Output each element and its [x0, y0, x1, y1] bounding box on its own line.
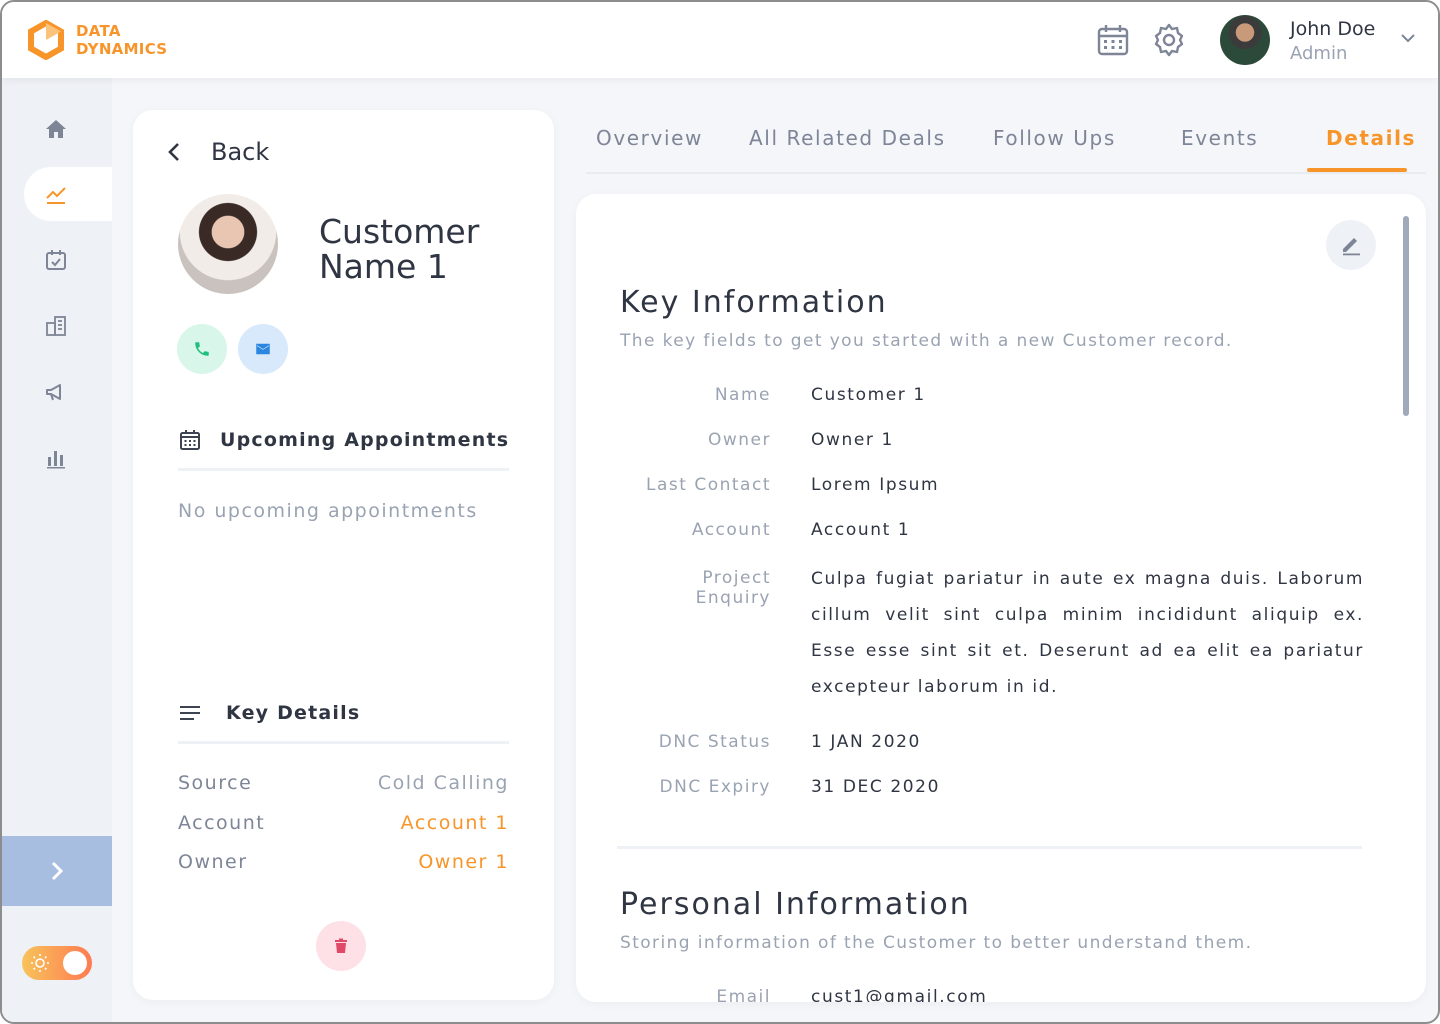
details-card: Key Information The key fields to get yo… — [576, 194, 1426, 1002]
mail-icon — [256, 343, 270, 355]
owner-link[interactable]: Owner 1 — [418, 851, 509, 873]
field-value-dnc-status: 1 JAN 2020 — [811, 732, 921, 752]
user-avatar[interactable] — [1220, 15, 1270, 65]
user-name[interactable]: John Doe — [1290, 18, 1375, 40]
field-value-owner: Owner 1 — [811, 430, 894, 450]
key-information-subtitle: The key fields to get you started with a… — [620, 331, 1233, 351]
upcoming-appointments-title: Upcoming Appointments — [220, 429, 510, 451]
brand-name: DATA DYNAMICS — [76, 22, 168, 58]
field-value-name: Customer 1 — [811, 385, 926, 405]
key-details-header: Key Details — [178, 701, 360, 725]
field-label-project-enquiry: Project Enquiry — [695, 568, 771, 608]
chevron-down-icon[interactable] — [1398, 28, 1418, 48]
phone-icon — [195, 342, 209, 356]
key-detail-owner: Owner Owner 1 — [178, 851, 509, 873]
field-label-account: Account — [691, 520, 771, 540]
tab-follow-ups[interactable]: Follow Ups — [993, 126, 1116, 150]
divider — [178, 741, 509, 744]
sidebar-item-home[interactable] — [24, 102, 112, 156]
active-tab-indicator — [1307, 168, 1407, 172]
section-divider — [617, 846, 1362, 849]
top-bar: DATA DYNAMICS John Doe Admin — [2, 2, 1438, 78]
field-label-owner: Owner — [707, 430, 771, 450]
sun-icon — [31, 954, 49, 972]
field-value-account: Account 1 — [811, 520, 911, 540]
hexagon-logo-icon — [28, 20, 64, 60]
field-label-dnc-expiry: DNC Expiry — [659, 777, 771, 797]
customer-summary-card: Back Customer Name 1 Upcoming Appointmen… — [133, 110, 554, 1000]
sidebar — [2, 78, 112, 1022]
field-label-last-contact: Last Contact — [646, 475, 771, 495]
tab-all-related-deals[interactable]: All Related Deals — [749, 126, 946, 150]
field-value-last-contact: Lorem Ipsum — [811, 475, 940, 495]
chevron-left-icon — [168, 143, 179, 161]
sidebar-item-campaigns[interactable] — [24, 365, 112, 419]
back-button[interactable]: Back — [163, 138, 269, 166]
gear-icon[interactable] — [1151, 22, 1187, 58]
key-detail-account: Account Account 1 — [178, 812, 509, 834]
field-label-email: Email — [716, 987, 771, 1002]
field-label-dnc-status: DNC Status — [658, 732, 771, 752]
calendar-check-icon — [46, 250, 66, 270]
sidebar-item-tasks[interactable] — [24, 233, 112, 287]
trash-icon — [335, 938, 347, 953]
field-value-dnc-expiry: 31 DEC 2020 — [811, 777, 941, 797]
lines-icon — [180, 706, 200, 720]
field-value-email: cust1@gmail.com — [811, 987, 988, 1002]
personal-information-title: Personal Information — [620, 887, 971, 922]
app-window: DATA DYNAMICS John Doe Admin Back Custom… — [0, 0, 1440, 1024]
scrollbar[interactable] — [1403, 216, 1409, 416]
pencil-icon — [1343, 238, 1360, 256]
sidebar-item-analytics[interactable] — [24, 167, 112, 221]
detail-tabs: Overview All Related Deals Follow Ups Ev… — [586, 110, 1426, 174]
field-value-project-enquiry: Culpa fugiat pariatur in aute ex magna d… — [811, 569, 1364, 697]
tab-details[interactable]: Details — [1326, 126, 1416, 150]
theme-toggle[interactable] — [22, 946, 92, 980]
divider — [178, 468, 509, 471]
personal-information-subtitle: Storing information of the Customer to b… — [620, 933, 1253, 953]
bar-chart-icon — [47, 451, 65, 469]
delete-button[interactable] — [316, 921, 366, 971]
sidebar-expand-button[interactable] — [2, 836, 112, 906]
field-label-name: Name — [714, 385, 771, 405]
email-button[interactable] — [238, 324, 288, 374]
account-link[interactable]: Account 1 — [401, 812, 509, 834]
brand-logo[interactable]: DATA DYNAMICS — [26, 20, 167, 60]
call-button[interactable] — [177, 324, 227, 374]
customer-avatar — [178, 194, 278, 294]
key-details-title: Key Details — [226, 702, 361, 724]
back-label: Back — [211, 138, 270, 166]
trend-chart-icon — [46, 187, 66, 204]
megaphone-icon — [46, 384, 61, 401]
home-icon — [46, 120, 66, 138]
no-appointments-text: No upcoming appointments — [178, 500, 478, 522]
calendar-icon — [180, 430, 200, 450]
customer-name: Customer Name 1 — [319, 212, 480, 286]
key-information-title: Key Information — [620, 285, 888, 320]
sidebar-item-reports[interactable] — [24, 431, 112, 485]
toggle-knob — [63, 951, 87, 975]
tab-overview[interactable]: Overview — [596, 126, 703, 150]
buildings-icon — [46, 316, 66, 336]
calendar-icon[interactable] — [1095, 22, 1131, 58]
key-detail-source: Source Cold Calling — [178, 772, 509, 794]
upcoming-appointments-header: Upcoming Appointments — [178, 428, 509, 452]
edit-button[interactable] — [1326, 220, 1376, 270]
sidebar-item-accounts[interactable] — [24, 299, 112, 353]
user-role: Admin — [1290, 43, 1348, 64]
chevron-right-icon — [51, 861, 64, 881]
tab-events[interactable]: Events — [1181, 126, 1258, 150]
